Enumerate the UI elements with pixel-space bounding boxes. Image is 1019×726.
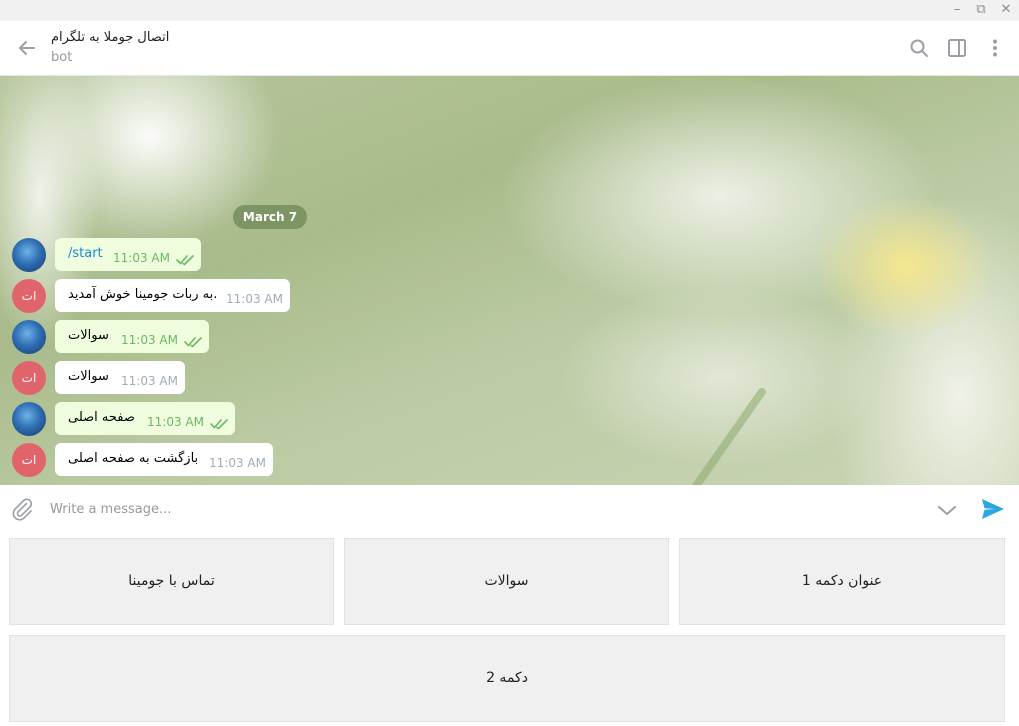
paperclip-icon[interactable] bbox=[10, 497, 34, 521]
message-text[interactable]: /start bbox=[68, 246, 103, 261]
message-bubble-outgoing[interactable]: صفحه اصلی 11:03 AM bbox=[55, 402, 235, 435]
wallpaper-decoration bbox=[680, 386, 768, 485]
close-icon[interactable]: ✕ bbox=[997, 2, 1015, 18]
message-text[interactable]: صفحه اصلی bbox=[68, 410, 135, 425]
user-avatar[interactable] bbox=[12, 402, 46, 436]
message-time: 11:03 AM bbox=[226, 292, 283, 306]
message-bubble-incoming[interactable]: به ربات جومینا خوش آمدید. 11:03 AM bbox=[55, 279, 290, 312]
read-check-icon bbox=[210, 415, 230, 430]
sidebar-toggle-icon[interactable] bbox=[946, 37, 968, 59]
send-icon[interactable] bbox=[981, 498, 1005, 520]
message-text[interactable]: سوالات bbox=[68, 328, 109, 343]
user-avatar[interactable] bbox=[12, 238, 46, 272]
chat-history[interactable]: March 7 /start 11:03 AM ات به ربات جومین… bbox=[0, 76, 1019, 485]
message-bubble-incoming[interactable]: بازگشت به صفحه اصلی 11:03 AM bbox=[55, 443, 273, 476]
message-bubble-outgoing[interactable]: سوالات 11:03 AM bbox=[55, 320, 209, 353]
chevron-down-icon[interactable] bbox=[936, 499, 958, 521]
message-time: 11:03 AM bbox=[209, 456, 266, 470]
bot-keyboard: تماس با جومینا سوالات عنوان دکمه 1 دکمه … bbox=[0, 532, 1019, 726]
message-bubble-incoming[interactable]: سوالات 11:03 AM bbox=[55, 361, 185, 394]
keyboard-button-2[interactable]: دکمه 2 bbox=[9, 635, 1005, 722]
keyboard-button-contact[interactable]: تماس با جومینا bbox=[9, 538, 334, 625]
bot-avatar[interactable]: ات bbox=[12, 443, 46, 477]
read-check-icon bbox=[176, 251, 196, 266]
message-composer bbox=[0, 486, 1019, 532]
message-time: 11:03 AM bbox=[147, 415, 204, 429]
chat-title[interactable]: اتصال جوملا به تلگرام bbox=[51, 30, 169, 45]
message-text[interactable]: سوالات bbox=[68, 369, 109, 384]
date-separator: March 7 bbox=[233, 205, 307, 229]
keyboard-button-1[interactable]: عنوان دکمه 1 bbox=[679, 538, 1005, 625]
more-vertical-icon[interactable] bbox=[984, 37, 1006, 59]
message-text[interactable]: بازگشت به صفحه اصلی bbox=[68, 451, 198, 466]
search-icon[interactable] bbox=[908, 37, 930, 59]
read-check-icon bbox=[184, 333, 204, 348]
message-time: 11:03 AM bbox=[121, 333, 178, 347]
bot-avatar[interactable]: ات bbox=[12, 279, 46, 313]
chat-header: اتصال جوملا به تلگرام bot bbox=[0, 21, 1019, 76]
message-time: 11:03 AM bbox=[113, 251, 170, 265]
message-bubble-outgoing[interactable]: /start 11:03 AM bbox=[55, 238, 201, 271]
message-text[interactable]: به ربات جومینا خوش آمدید. bbox=[68, 287, 217, 302]
minimize-icon[interactable]: – bbox=[948, 2, 966, 18]
back-arrow-icon[interactable] bbox=[14, 35, 40, 61]
message-input[interactable] bbox=[50, 496, 910, 522]
message-time: 11:03 AM bbox=[121, 374, 178, 388]
window-title-bar: – ⧉ ✕ bbox=[0, 0, 1019, 21]
bot-avatar[interactable]: ات bbox=[12, 361, 46, 395]
user-avatar[interactable] bbox=[12, 320, 46, 354]
restore-icon[interactable]: ⧉ bbox=[972, 2, 990, 18]
keyboard-button-faq[interactable]: سوالات bbox=[344, 538, 669, 625]
chat-subtitle: bot bbox=[51, 50, 73, 65]
